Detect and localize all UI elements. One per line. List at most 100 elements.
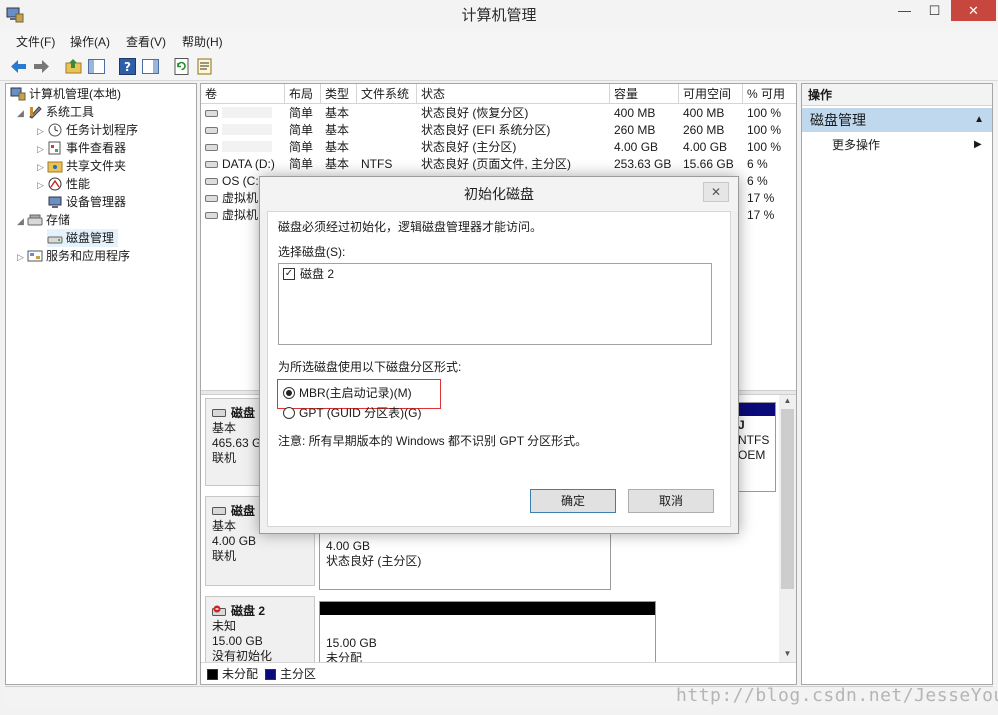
column-header-type[interactable]: 类型 — [321, 84, 357, 104]
expand-arrow-icon[interactable]: ▷ — [17, 248, 27, 266]
disk-name: 磁盘 — [231, 504, 256, 518]
expand-arrow-icon[interactable]: ▷ — [37, 176, 47, 194]
cell-text: 虚拟机 — [222, 191, 259, 205]
maximize-button[interactable]: ☐ — [917, 0, 952, 22]
collapse-arrow-icon[interactable]: ◢ — [17, 212, 27, 230]
volume-cell-type: 基本 — [321, 105, 357, 122]
disk-select-list[interactable]: ✓ 磁盘 2 — [278, 263, 712, 345]
disk-size: 15.00 GB — [212, 634, 263, 648]
disk-label-2[interactable]: 磁盘 2 未知 15.00 GB 没有初始化 — [205, 596, 315, 663]
disk-state: 联机 — [212, 549, 237, 563]
scroll-up-icon[interactable]: ▲ — [781, 396, 794, 408]
mbr-radio[interactable] — [283, 387, 295, 399]
ok-button[interactable]: 确定 — [530, 489, 616, 513]
column-header-filesystem[interactable]: 文件系统 — [357, 84, 417, 104]
volume-cell-pct: 100 % — [743, 139, 796, 156]
expand-arrow-icon[interactable]: ▷ — [37, 122, 47, 140]
menu-help[interactable]: 帮助(H) — [182, 34, 223, 50]
column-header-status[interactable]: 状态 — [417, 84, 610, 104]
submenu-arrow-icon[interactable]: ▶ — [974, 136, 982, 154]
collapse-up-icon[interactable]: ▲ — [974, 108, 984, 132]
dialog-close-button[interactable]: ✕ — [703, 182, 729, 202]
tree-node-system-tools[interactable]: ◢ 系统工具 — [17, 103, 94, 121]
up-folder-icon[interactable] — [64, 57, 83, 76]
more-actions-link[interactable]: 更多操作 — [832, 136, 880, 154]
gpt-radio[interactable] — [283, 407, 295, 419]
tree-node-root[interactable]: 计算机管理(本地) — [10, 85, 121, 103]
show-hide-action-pane-icon[interactable] — [141, 57, 160, 76]
actions-pane: 操作 磁盘管理 ▲ 更多操作 ▶ — [801, 83, 993, 685]
more-actions-label: 更多操作 — [832, 138, 881, 152]
disk2-unallocated-partition[interactable]: 15.00 GB 未分配 — [319, 601, 656, 665]
volume-cell-free: 4.00 GB — [679, 139, 743, 156]
disk-2-checkbox[interactable]: ✓ — [283, 268, 295, 280]
actions-section-disk-management[interactable]: 磁盘管理 ▲ — [802, 108, 992, 132]
volume-cell-free: 400 MB — [679, 105, 743, 122]
cell-text: 4.00 GB — [683, 140, 728, 154]
tree-node-task-scheduler[interactable]: ▷ 任务计划程序 — [37, 121, 138, 139]
column-header-volume[interactable]: 卷 — [201, 84, 285, 104]
collapse-arrow-icon[interactable]: ◢ — [17, 104, 27, 122]
cell-text: NTFS — [361, 157, 393, 171]
cell-text: 简单 — [289, 106, 314, 120]
tree-node-device-manager[interactable]: 设备管理器 — [47, 193, 126, 211]
tree-node-disk-management[interactable]: 磁盘管理 — [47, 229, 119, 247]
cancel-button[interactable]: 取消 — [628, 489, 714, 513]
tree-node-services-apps[interactable]: ▷ 服务和应用程序 — [17, 247, 130, 265]
volume-cell-cap: 253.63 GB — [610, 156, 679, 173]
tree-label: 事件查看器 — [66, 141, 127, 155]
show-hide-tree-icon[interactable] — [87, 57, 106, 76]
partition-legend: 未分配 主分区 — [201, 662, 796, 684]
column-header-percent-free[interactable]: % 可用 — [743, 84, 796, 104]
expand-arrow-icon[interactable]: ▷ — [37, 158, 47, 176]
partition-status: 状态良好 (主分区) — [326, 554, 422, 568]
cell-text: 状态良好 (恢复分区) — [421, 106, 529, 120]
expand-arrow-icon[interactable]: ▷ — [37, 140, 47, 158]
console-tree-pane: 计算机管理(本地) ◢ 系统工具 ▷ 任务计划程序 ▷ 事件查看器 ▷ 共享文件夹 ▷ 性… — [5, 83, 197, 685]
disk-drive-icon — [212, 507, 226, 515]
volume-cell-layout: 简单 — [285, 139, 321, 156]
volume-icon — [205, 127, 218, 134]
volume-cell-pct: 100 % — [743, 105, 796, 122]
volume-row[interactable]: 简单 基本 状态良好 (EFI 系统分区) 260 MB 260 MB 100 % — [201, 122, 796, 139]
volume-cell-fs — [357, 122, 417, 139]
shared-folder-icon — [47, 161, 63, 173]
help-icon[interactable]: ? — [118, 57, 137, 76]
dialog-body: 磁盘必须经过初始化，逻辑磁盘管理器才能访问。 选择磁盘(S): ✓ 磁盘 2 为… — [267, 211, 731, 527]
volume-cell-status: 状态良好 (恢复分区) — [417, 105, 610, 122]
disk-type: 未知 — [212, 619, 237, 633]
cell-text: 简单 — [289, 123, 314, 137]
volume-icon — [205, 110, 218, 117]
column-header-capacity[interactable]: 容量 — [610, 84, 679, 104]
mbr-option-label[interactable]: MBR(主启动记录)(M) — [299, 385, 412, 401]
tree-node-performance[interactable]: ▷ 性能 — [37, 175, 90, 193]
column-header-free-space[interactable]: 可用空间 — [679, 84, 743, 104]
menu-file[interactable]: 文件(F) — [16, 34, 55, 50]
properties-icon[interactable] — [195, 57, 214, 76]
tree-label: 存储 — [46, 213, 71, 227]
tree-node-storage[interactable]: ◢ 存储 — [17, 211, 70, 229]
menu-view[interactable]: 查看(V) — [126, 34, 166, 50]
volume-name-redacted — [222, 124, 272, 135]
volume-cell-status: 状态良好 (EFI 系统分区) — [417, 122, 610, 139]
volume-cell-pct: 6 % — [743, 156, 796, 173]
scrollbar-thumb[interactable] — [781, 409, 794, 589]
scroll-down-icon[interactable]: ▼ — [781, 649, 794, 661]
volume-cell-type: 基本 — [321, 156, 357, 173]
disk0-partition[interactable]: J NTFS OEM — [736, 402, 776, 492]
cell-text: 6 % — [747, 157, 768, 171]
refresh-icon[interactable] — [172, 57, 191, 76]
cell-text: 253.63 GB — [614, 157, 672, 171]
forward-arrow-icon[interactable] — [32, 57, 51, 76]
volume-row[interactable]: 简单 基本 状态良好 (恢复分区) 400 MB 400 MB 100 % — [201, 105, 796, 122]
column-header-layout[interactable]: 布局 — [285, 84, 321, 104]
back-arrow-icon[interactable] — [9, 57, 28, 76]
tree-node-event-viewer[interactable]: ▷ 事件查看器 — [37, 139, 126, 157]
menu-action[interactable]: 操作(A) — [70, 34, 110, 50]
tree-node-shared-folders[interactable]: ▷ 共享文件夹 — [37, 157, 126, 175]
close-window-button[interactable]: ✕ — [951, 0, 996, 21]
gpt-option-label[interactable]: GPT (GUID 分区表)(G) — [299, 405, 421, 421]
volume-row[interactable]: DATA (D:) 简单 基本 NTFS 状态良好 (页面文件, 主分区) 253.63 … — [201, 156, 796, 173]
volume-row[interactable]: 简单 基本 状态良好 (主分区) 4.00 GB 4.00 GB 100 % — [201, 139, 796, 156]
volume-cell-fs — [357, 139, 417, 156]
